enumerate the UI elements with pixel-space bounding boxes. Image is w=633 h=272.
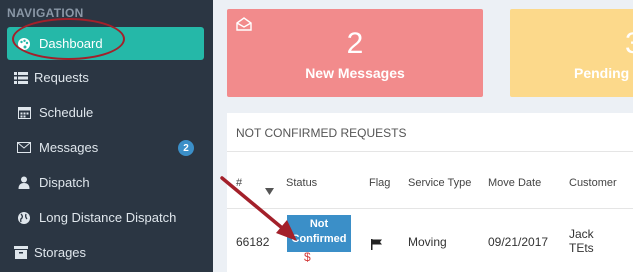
- sidebar-item-label: Dispatch: [39, 175, 90, 190]
- list-icon: [14, 71, 28, 85]
- nav-section-title: NAVIGATION: [7, 6, 84, 20]
- sidebar-item-dispatch[interactable]: Dispatch: [0, 166, 213, 199]
- column-header-flag[interactable]: Flag: [369, 177, 390, 189]
- sidebar-item-schedule[interactable]: Schedule: [0, 96, 213, 129]
- sidebar-item-dashboard[interactable]: Dashboard: [7, 27, 204, 60]
- sidebar-item-label: Storages: [34, 245, 87, 260]
- flag-icon[interactable]: [371, 237, 383, 255]
- panel-title: NOT CONFIRMED REQUESTS: [236, 126, 407, 140]
- sidebar-item-messages[interactable]: Messages 2: [0, 131, 213, 164]
- divider: [227, 151, 633, 152]
- sidebar-item-label: Messages: [39, 140, 99, 155]
- pending-label: Pending: [574, 65, 630, 81]
- payment-indicator: $: [304, 250, 311, 264]
- pending-card[interactable]: 3 Pending: [510, 9, 633, 97]
- customer-last-name[interactable]: TEts: [569, 241, 594, 255]
- status-line: Not: [309, 218, 329, 230]
- palette-icon: [17, 37, 31, 51]
- new-messages-card[interactable]: 2 New Messages: [227, 9, 483, 97]
- sidebar-item-long-distance-dispatch[interactable]: Long Distance Dispatch: [0, 201, 213, 234]
- move-date: 09/21/2017: [488, 235, 549, 249]
- column-header-id[interactable]: #: [236, 177, 242, 189]
- sidebar-item-label: Long Distance Dispatch: [39, 210, 177, 225]
- pending-count: 3: [625, 27, 633, 61]
- divider: [227, 208, 633, 209]
- sidebar-item-label: Schedule: [39, 105, 94, 120]
- new-messages-label: New Messages: [305, 65, 405, 81]
- globe-icon: [17, 211, 31, 225]
- column-header-move-date[interactable]: Move Date: [488, 177, 541, 189]
- customer-first-name[interactable]: Jack: [569, 227, 594, 241]
- archive-icon: [14, 246, 28, 260]
- messages-count-badge: 2: [178, 140, 194, 156]
- sidebar: NAVIGATION Dashboard Requests Schedule M…: [0, 0, 213, 272]
- column-header-service-type[interactable]: Service Type: [408, 177, 471, 189]
- envelope-icon: [17, 141, 31, 155]
- calendar-icon: [17, 106, 31, 120]
- service-type: Moving: [408, 235, 447, 249]
- column-header-status[interactable]: Status: [286, 177, 317, 189]
- status-badge[interactable]: Not Confirmed: [287, 215, 351, 252]
- not-confirmed-requests-panel: NOT CONFIRMED REQUESTS # Status Flag Ser…: [227, 113, 633, 272]
- user-icon: [17, 176, 31, 190]
- request-id[interactable]: 66182: [236, 235, 269, 249]
- sort-down-icon[interactable]: [265, 182, 274, 200]
- column-header-customer[interactable]: Customer: [569, 177, 617, 189]
- status-line: Confirmed: [291, 233, 347, 245]
- sidebar-item-label: Dashboard: [39, 36, 103, 51]
- sidebar-item-label: Requests: [34, 70, 89, 85]
- new-messages-count: 2: [346, 27, 364, 60]
- sidebar-item-storages[interactable]: Storages: [0, 236, 213, 269]
- sidebar-item-requests[interactable]: Requests: [0, 61, 213, 94]
